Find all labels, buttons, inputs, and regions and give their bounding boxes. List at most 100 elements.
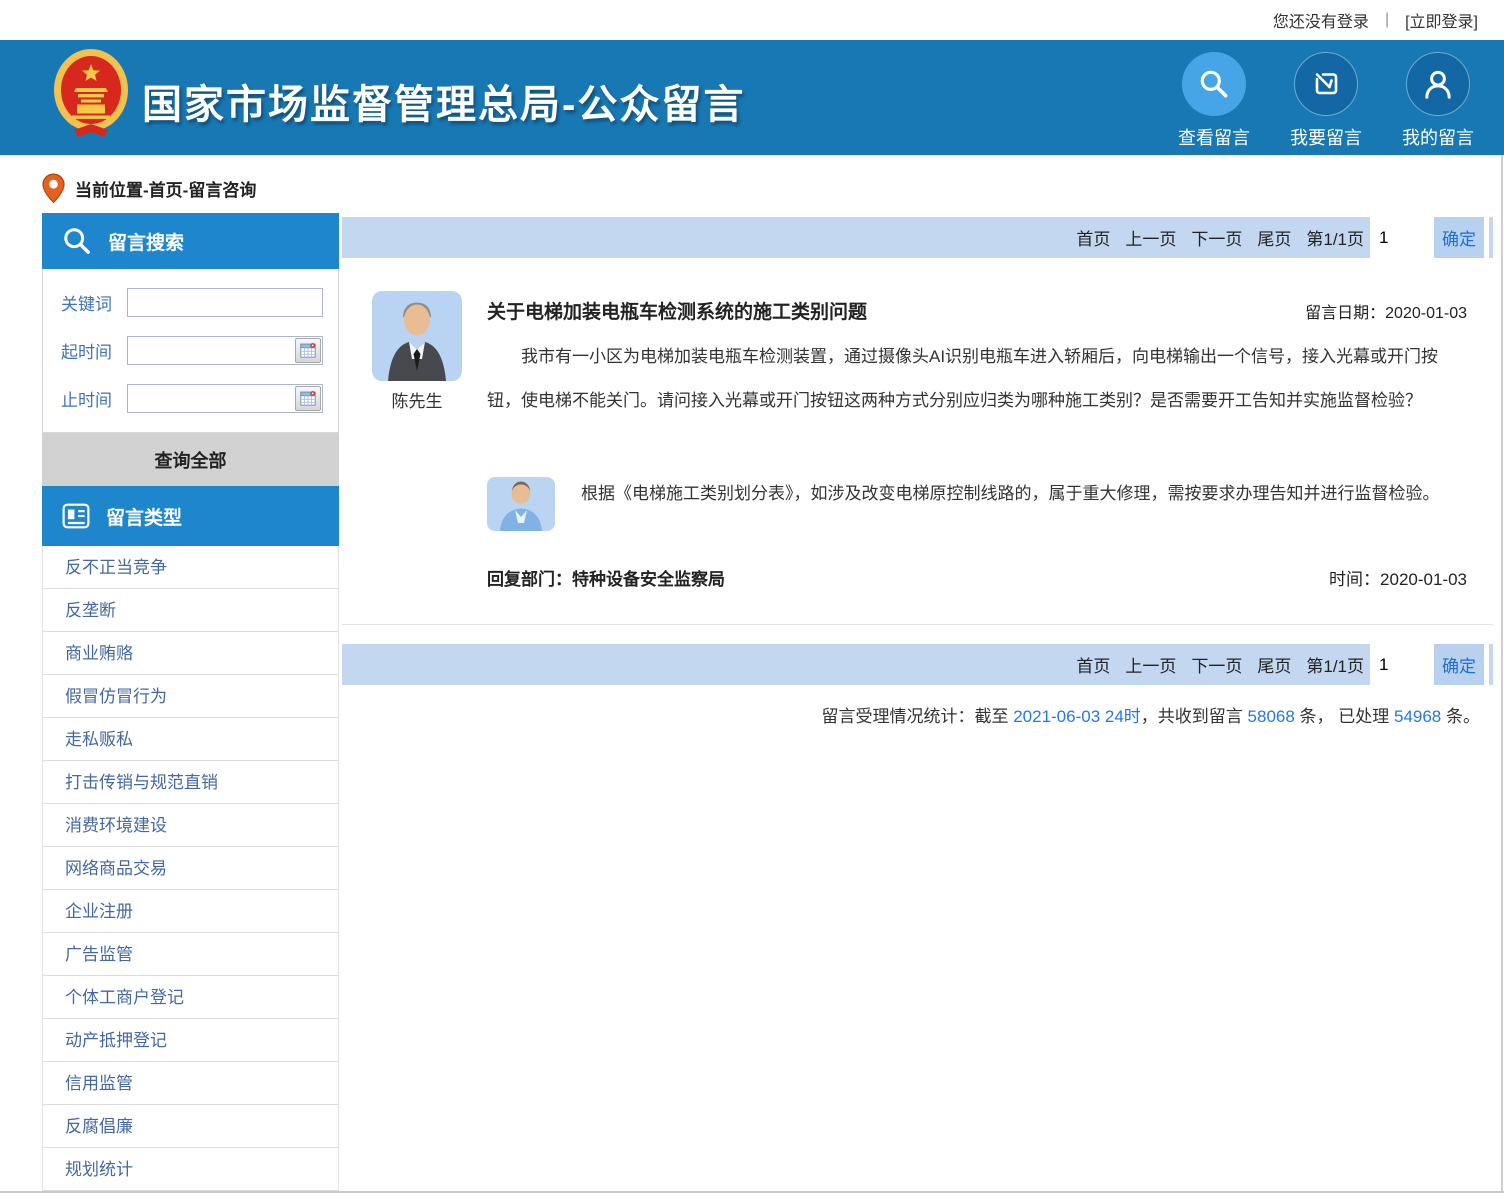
message-date-label: 留言日期：	[1305, 305, 1385, 322]
nav-label: 我的留言	[1402, 124, 1474, 150]
sidebar-type-item[interactable]: 广告监管	[43, 933, 338, 976]
prev-page-link[interactable]: 上一页	[1125, 652, 1176, 677]
reply-meta-row: 回复部门：特种设备安全监察局 时间：2020-01-03	[487, 565, 1467, 590]
sidebar-search-title: 留言搜索	[108, 228, 184, 255]
sidebar-type-item[interactable]: 信用监管	[43, 1062, 338, 1105]
sidebar-type-item[interactable]: 网络商品交易	[43, 847, 338, 890]
author-name: 陈先生	[372, 387, 462, 412]
message-date-value: 2020-01-03	[1385, 305, 1467, 322]
site-header: 国家市场监督管理总局-公众留言 查看留言	[0, 40, 1504, 155]
keyword-label: 关键词	[61, 290, 119, 315]
last-page-link[interactable]: 尾页	[1257, 225, 1291, 250]
login-status-text: 您还没有登录	[1273, 8, 1369, 32]
reply-time-value: 2020-01-03	[1380, 570, 1467, 589]
page-right-border	[1501, 155, 1503, 1193]
message-body: 我市有一小区为电梯加装电瓶车检测装置，通过摄像头AI识别电瓶车进入轿厢后，向电梯…	[487, 335, 1457, 423]
sidebar-search-header: 留言搜索	[42, 213, 339, 269]
sidebar-type-item[interactable]: 打击传销与规范直销	[43, 761, 338, 804]
next-page-link[interactable]: 下一页	[1191, 225, 1242, 250]
top-login-bar: 您还没有登录 | [立即登录]	[0, 0, 1504, 40]
message-date: 留言日期：2020-01-03	[1305, 299, 1467, 323]
next-page-link[interactable]: 下一页	[1191, 652, 1242, 677]
end-calendar-button[interactable]	[295, 386, 321, 411]
keyword-row: 关键词	[61, 287, 338, 317]
prev-page-link[interactable]: 上一页	[1125, 225, 1176, 250]
search-form: 关键词 起时间	[42, 269, 339, 433]
spacer	[1484, 217, 1489, 258]
sidebar-type-item[interactable]: 假冒仿冒行为	[43, 675, 338, 718]
header-nav: 查看留言 我要留言 我	[1178, 52, 1474, 150]
separator: |	[1385, 11, 1389, 29]
sidebar-type-item[interactable]: 规划统计	[43, 1148, 338, 1191]
message-type-icon	[62, 503, 90, 529]
first-page-link[interactable]: 首页	[1076, 225, 1110, 250]
reply-body: 根据《电梯施工类别划分表》，如涉及改变电梯原控制线路的，属于重大修理，需按要求办…	[581, 477, 1467, 531]
sidebar: 留言搜索 关键词 起时间	[42, 213, 339, 1191]
sidebar-type-item[interactable]: 企业注册	[43, 890, 338, 933]
reply-department-label: 回复部门：	[487, 570, 572, 589]
start-time-input[interactable]	[127, 336, 323, 365]
start-time-row: 起时间	[61, 335, 338, 365]
sidebar-type-item[interactable]: 个体工商户登记	[43, 976, 338, 1019]
last-page-link[interactable]: 尾页	[1257, 652, 1291, 677]
stats-deadline: 2021-06-03 24时	[1013, 707, 1141, 726]
message-type-list: 反不正当竞争反垄断商业贿赂假冒仿冒行为走私贩私打击传销与规范直销消费环境建设网络…	[42, 546, 339, 1191]
spacer	[1423, 644, 1434, 685]
page-number-input[interactable]	[1370, 644, 1423, 685]
message-card: 陈先生 关于电梯加装电瓶车检测系统的施工类别问题 留言日期：2020-01-03…	[342, 291, 1493, 625]
nav-my-messages[interactable]: 我的留言	[1402, 52, 1474, 150]
confirm-page-button[interactable]: 确定	[1434, 644, 1484, 685]
sidebar-type-item[interactable]: 商业贿赂	[43, 632, 338, 675]
sidebar-type-item[interactable]: 消费环境建设	[43, 804, 338, 847]
sidebar-types-title: 留言类型	[106, 503, 182, 530]
user-icon	[1406, 52, 1470, 116]
keyword-input[interactable]	[127, 288, 323, 317]
start-calendar-button[interactable]	[295, 338, 321, 363]
stats-suffix: 条。	[1441, 707, 1480, 726]
sidebar-type-item[interactable]: 动产抵押登记	[43, 1019, 338, 1062]
edit-icon	[1294, 52, 1358, 116]
nav-view-messages[interactable]: 查看留言	[1178, 52, 1250, 150]
page-number-input[interactable]	[1370, 217, 1423, 258]
reply-department-value: 特种设备安全监察局	[572, 570, 725, 589]
pagination-bottom: 首页 上一页 下一页 尾页 第1/1页 确定	[342, 644, 1493, 685]
reply-department: 回复部门：特种设备安全监察局	[487, 565, 725, 590]
sidebar-type-item[interactable]: 反垄断	[43, 589, 338, 632]
reply-row: 根据《电梯施工类别划分表》，如涉及改变电梯原控制线路的，属于重大修理，需按要求办…	[487, 477, 1467, 531]
search-icon	[62, 226, 92, 256]
calendar-icon	[299, 389, 317, 407]
end-time-input[interactable]	[127, 384, 323, 413]
stats-prefix: 留言受理情况统计：截至	[821, 707, 1013, 726]
site-title: 国家市场监督管理总局-公众留言	[142, 72, 745, 130]
first-page-link[interactable]: 首页	[1076, 652, 1110, 677]
page-info: 第1/1页	[1306, 225, 1364, 250]
pagination-top: 首页 上一页 下一页 尾页 第1/1页 确定	[342, 217, 1493, 258]
statistics-line: 留言受理情况统计：截至 2021-06-03 24时，共收到留言 58068 条…	[342, 702, 1493, 727]
location-pin-icon	[42, 173, 65, 204]
reply-time-label: 时间：	[1329, 570, 1380, 589]
sidebar-type-item[interactable]: 走私贩私	[43, 718, 338, 761]
sidebar-type-item[interactable]: 反不正当竞争	[43, 546, 338, 589]
nav-post-message[interactable]: 我要留言	[1290, 52, 1362, 150]
query-all-button[interactable]: 查询全部	[42, 433, 339, 486]
confirm-page-button[interactable]: 确定	[1434, 217, 1484, 258]
calendar-icon	[299, 341, 317, 359]
page: 您还没有登录 | [立即登录] 国家市场监督管理总局-公众留言	[0, 0, 1504, 1193]
stats-received-count: 58068	[1248, 707, 1295, 726]
search-icon	[1182, 52, 1246, 116]
national-emblem-logo	[52, 46, 130, 138]
reply-time: 时间：2020-01-03	[1329, 565, 1467, 590]
reply-avatar	[487, 477, 555, 531]
login-link[interactable]: [立即登录]	[1405, 8, 1478, 32]
sidebar-type-item[interactable]: 反腐倡廉	[43, 1105, 338, 1148]
end-time-label: 止时间	[61, 386, 119, 411]
end-time-row: 止时间	[61, 383, 338, 413]
main-content: 首页 上一页 下一页 尾页 第1/1页 确定 陈先生 关于电梯加装电瓶车检测系	[342, 217, 1493, 727]
message-title: 关于电梯加装电瓶车检测系统的施工类别问题	[487, 297, 867, 324]
author-avatar	[372, 291, 462, 381]
page-info: 第1/1页	[1306, 652, 1364, 677]
stats-mid1: ，共收到留言	[1141, 707, 1248, 726]
stats-mid2: 条， 已处理	[1295, 707, 1394, 726]
breadcrumb-text: 当前位置-首页-留言咨询	[75, 176, 256, 201]
stats-processed-count: 54968	[1394, 707, 1441, 726]
